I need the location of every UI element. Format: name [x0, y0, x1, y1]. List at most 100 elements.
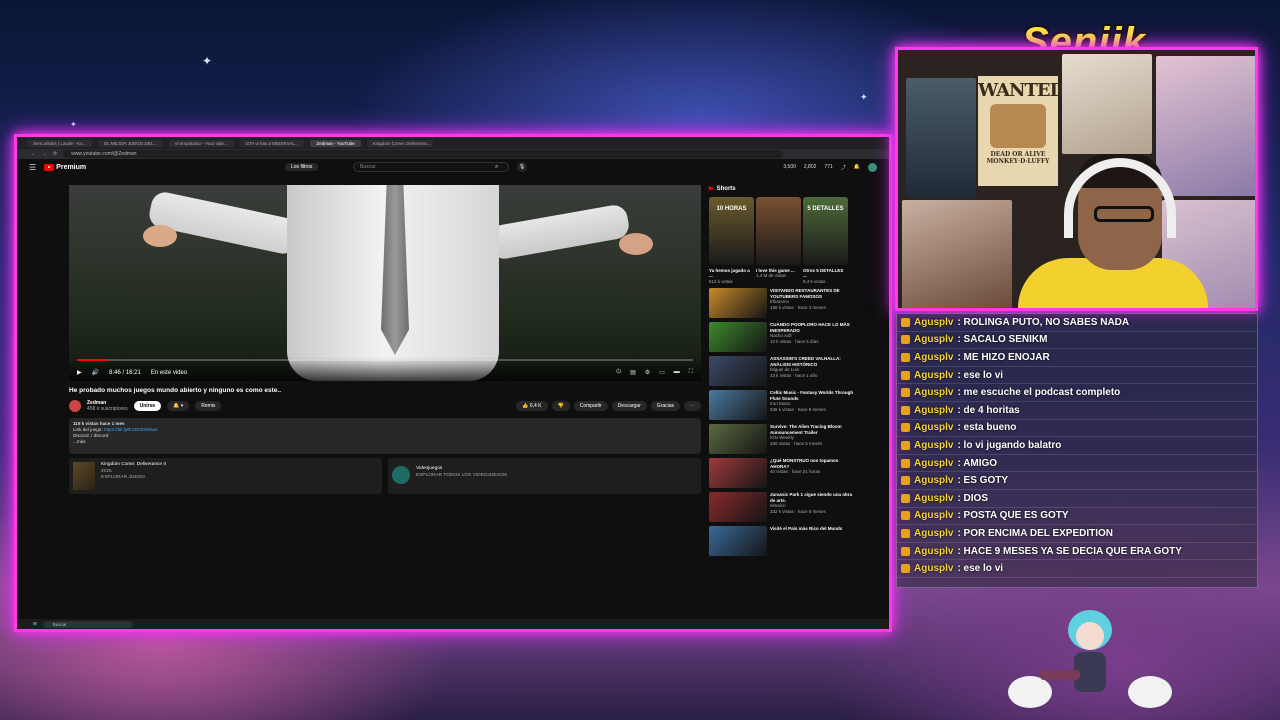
recommended-video[interactable]: ¿Qué MONSTRUO nos topamos AHORA? 40 vist… [709, 458, 855, 489]
short-item[interactable]: 10 HORAS Ya hemos jugado a ... 812 k vis… [709, 196, 754, 285]
chat-username: Agusplv [914, 334, 954, 346]
shorts-row: 10 HORAS Ya hemos jugado a ... 812 k vis… [709, 196, 855, 285]
subscriber-badge-icon [901, 423, 910, 433]
chat-username: Agusplv [914, 439, 954, 451]
subscriber-badge-icon [901, 440, 910, 450]
play-icon[interactable]: ▶ [77, 369, 82, 376]
create-icon[interactable]: ⤴ [841, 164, 846, 171]
chat-message: Agusplv : ese lo vi [897, 560, 1257, 578]
youtube-logo[interactable]: Premium [44, 163, 86, 171]
notifications-icon[interactable]: 🔔 [854, 164, 860, 170]
remix-button[interactable]: Remix [195, 401, 222, 411]
chat-overlay: Agusplv : ROLINGA PUTO, NO SABES NADA Ag… [896, 313, 1258, 588]
shorts-icon: ▶ [709, 186, 714, 192]
progress-bar[interactable] [77, 359, 693, 361]
url-field[interactable]: www.youtube.com/@Zedman [63, 150, 784, 158]
more-icon[interactable]: ⋯ [684, 401, 701, 411]
chat-text: : me escuche el podcast completo [957, 387, 1121, 399]
game-link[interactable]: https://bit.ly/KCD2Zedman [104, 427, 158, 432]
browser-tab[interactable]: EL MEJOR JUEGO DEL... [98, 139, 164, 147]
short-item[interactable]: I love this game ... 1,4 M de vistas [756, 196, 801, 285]
join-button[interactable]: Unirse [133, 401, 162, 411]
thanks-button[interactable]: Gracias [650, 401, 680, 411]
short-title: Otros 5 DETALLES ... [803, 267, 844, 279]
avatar[interactable] [868, 162, 877, 172]
chat-message: Agusplv : POSTA QUE ES GOTY [897, 508, 1257, 526]
search-input[interactable]: Buscar [353, 162, 509, 172]
forward-icon[interactable]: → [42, 151, 47, 157]
video-player[interactable]: ▶ 🔊 8:46 / 16:21 En este video ⏻ ▤ ⚙ ▭ ▬… [69, 185, 701, 381]
subscriber-badge-icon [901, 511, 910, 521]
miniplayer-icon[interactable]: ▭ [659, 369, 665, 376]
hamburger-menu-icon[interactable]: ☰ [29, 163, 36, 172]
channel-avatar[interactable] [69, 400, 81, 412]
dislike-button[interactable]: 👎 [551, 401, 570, 411]
browser-tab[interactable]: Sent.ai/tabs | Laude - Ko... [27, 139, 93, 147]
video-title: ASSASSIN'S CREED VALHALLA: ANÁLISIS HIST… [770, 356, 841, 367]
browser-tab[interactable]: el empatador - Your vide... [169, 139, 234, 147]
glasses [1094, 206, 1154, 222]
browser-tab[interactable]: GTA vi has a MEDIEVAL... [239, 139, 305, 147]
share-button[interactable]: Compartir [573, 401, 608, 411]
recommended-video[interactable]: Celtic Music - Fantasy Worlds Through Fl… [709, 390, 855, 421]
recommended-video[interactable]: Visité el País más Rico del Mundo [709, 526, 855, 557]
chat-username: Agusplv [914, 387, 954, 399]
show-more-link[interactable]: ...más [73, 439, 697, 445]
chat-message: Agusplv : ES GOTY [897, 472, 1257, 490]
description-box[interactable]: 115 k vistas hace 1 mes Link del juego: … [69, 418, 701, 454]
autoplay-icon[interactable]: ⏻ [616, 369, 621, 376]
video-thumbnail [709, 390, 767, 421]
fullscreen-icon[interactable]: ⛶ [689, 369, 693, 376]
theater-icon[interactable]: ▬ [674, 369, 680, 376]
download-button[interactable]: Descargar [611, 401, 647, 411]
video-thumbnail [709, 322, 767, 353]
video-meta: 330 vistas · hace 5 meses [770, 440, 823, 446]
recommendation-list: VISITANDO RESTAURANTES DE YOUTUBERS FAMO… [709, 288, 855, 557]
windows-start-icon[interactable]: ⊞ [33, 621, 37, 627]
chat-message: Agusplv : DIOS [897, 490, 1257, 508]
subtitles-icon[interactable]: ▤ [630, 369, 636, 376]
card-title: Videojuegos [416, 466, 443, 471]
short-item[interactable]: 5 DETALLES Otros 5 DETALLES ... 9,4 k vi… [803, 196, 848, 285]
chat-message: Agusplv : ese lo vi [897, 367, 1257, 385]
chat-message: Agusplv : SACALO SENIKM [897, 332, 1257, 350]
recommended-video[interactable]: VISITANDO RESTAURANTES DE YOUTUBERS FAMO… [709, 288, 855, 319]
game-card[interactable]: Kingdom Come: Deliverance II 2025 EXPLOR… [69, 458, 382, 494]
reload-icon[interactable]: ⟳ [53, 151, 57, 157]
taskbar-search[interactable]: Buscar [42, 620, 133, 628]
short-views: 1,4 M de vistas [756, 273, 787, 279]
card-cta[interactable]: EXPLORAR TODOS LOS VIDEOJUEGOS [416, 473, 507, 478]
short-thumbnail: 5 DETALLES [803, 196, 848, 265]
webcam-frame: WANTED DEAD OR ALIVE MONKEY·D·LUFFY [895, 47, 1258, 311]
gamepad-icon [392, 466, 410, 484]
mic-icon[interactable]: 🎙 [517, 162, 527, 172]
category-card[interactable]: Videojuegos EXPLORAR TODOS LOS VIDEOJUEG… [388, 458, 701, 494]
search-icon[interactable]: ⌕ [495, 164, 498, 171]
subscribe-bell-button[interactable]: 🔔 ▾ [167, 401, 190, 411]
chapter-label[interactable]: En este video [151, 370, 187, 376]
channel-row: Zedman 458 k suscriptores Unirse 🔔 ▾ Rem… [69, 400, 701, 412]
recommended-video[interactable]: Jurassic Park 1 sigue siendo una obra de… [709, 492, 855, 523]
like-button[interactable]: 👍 6,4 K [516, 401, 548, 411]
chat-text: : POR ENCIMA DEL EXPEDITION [957, 527, 1114, 539]
filter-chip[interactable]: Los filtros [285, 163, 319, 171]
back-icon[interactable]: ← [31, 151, 36, 157]
settings-icon[interactable]: ⚙ [645, 369, 650, 376]
chat-text: : HACE 9 MESES YA SE DECIA QUE ERA GOTY [957, 545, 1182, 557]
game-cover-image [73, 462, 95, 490]
chat-message: Agusplv : HACE 9 MESES YA SE DECIA QUE E… [897, 543, 1257, 561]
video-frame-hand [619, 233, 653, 255]
card-cta[interactable]: EXPLORAR JUEGO [101, 475, 145, 480]
subscriber-badge-icon [901, 546, 910, 556]
recommended-video[interactable]: CUANDO POOPLORO HACE LO MÁS INESPERADO N… [709, 322, 855, 353]
browser-tab[interactable]: Zedman - YouTube [310, 139, 361, 147]
video-thumbnail [709, 288, 767, 319]
browser-tab[interactable]: Kingdom Come: Deliveranc... [366, 139, 433, 147]
recommendations-rail: ▶ Shorts 10 HORAS Ya hemos jugado a ... … [709, 173, 855, 619]
chat-message: Agusplv : me escuche el podcast completo [897, 384, 1257, 402]
volume-icon[interactable]: 🔊 [92, 369, 99, 376]
video-thumbnail [709, 458, 767, 489]
chat-username: Agusplv [914, 492, 954, 504]
recommended-video[interactable]: Survive: The Alien Tracing Bloom Announc… [709, 424, 855, 455]
recommended-video[interactable]: ASSASSIN'S CREED VALHALLA: ANÁLISIS HIST… [709, 356, 855, 387]
